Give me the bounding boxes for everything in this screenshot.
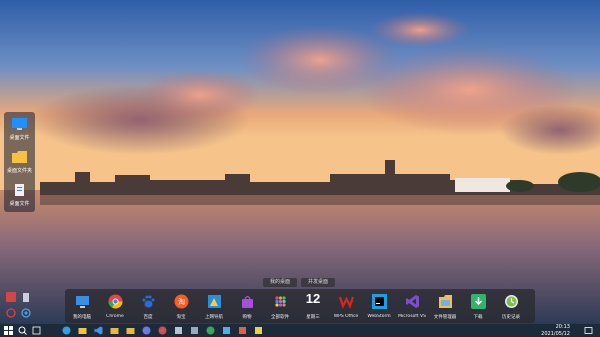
dock-item-label: 百度 [143,315,153,320]
calendar-date: 12 [305,291,321,306]
dock-item-label: Chrome [106,314,124,319]
taobao-icon: 淘 [174,294,189,309]
app-dock: 我的电脑 Chrome 百度 淘 淘宝 上网导航 购物 全部软件 12 星期三 … [65,289,535,323]
wps-icon [339,296,354,309]
chrome-icon [108,294,123,309]
side-item-label: 桌面文件 [9,135,30,141]
desktop-side-panel: 桌面文件 桌面文件夹 桌面文件 [4,112,35,212]
side-item-desktop-folder[interactable]: 桌面文件夹 [4,147,35,179]
folder-taskbar-icon-2[interactable] [126,326,135,335]
tab-concurrent-desktop[interactable]: 并发桌面 [301,278,335,287]
monitor-icon [12,118,27,130]
task-view-icon[interactable] [32,326,41,335]
file-manager-icon [439,295,452,308]
dock-item-shopping[interactable]: 购物 [230,289,264,323]
side-item-label: 桌面文件 [9,201,30,207]
dock-item-calendar[interactable]: 12 星期三 [296,289,330,323]
settings-icon[interactable] [21,308,31,318]
dock-item-label: 全部软件 [271,315,289,320]
folder-icon [12,151,27,163]
clock-date: 2021/05/12 [541,330,570,337]
app-taskbar-icon-6[interactable] [254,326,263,335]
dock-item-label: Microsoft VS [398,314,426,319]
app-taskbar-icon[interactable] [142,326,151,335]
chrome-taskbar-icon-2[interactable] [206,326,215,335]
dock-item-navigation[interactable]: 上网导航 [197,289,231,323]
app-taskbar-icon-5[interactable] [238,326,247,335]
dock-item-label: WebStorm [367,314,391,319]
edge-icon[interactable] [62,326,71,335]
dock-item-webstorm[interactable]: WebStorm [362,289,396,323]
system-clock[interactable]: 20:13 2021/05/12 [541,324,570,337]
dock-item-label: 下载 [473,315,483,320]
notification-icon[interactable] [584,326,593,335]
tab-my-desktop[interactable]: 我的桌面 [263,278,297,287]
app-taskbar-icon-2[interactable] [174,326,183,335]
windows-start-icon[interactable] [4,326,13,335]
dock-item-label: 上网导航 [205,315,223,320]
document-icon [15,184,24,196]
dock-item-my-computer[interactable]: 我的电脑 [65,289,99,323]
computer-icon [76,296,89,308]
folder-taskbar-icon[interactable] [110,326,119,335]
visual-studio-taskbar-icon[interactable] [94,326,103,335]
baidu-paw-icon [142,295,155,308]
dock-item-label: WPS Office [333,314,359,319]
svg-text:淘: 淘 [178,297,185,306]
apps-grid-icon [275,296,286,307]
dock-item-chrome[interactable]: Chrome [98,289,132,323]
dock-item-download[interactable]: 下载 [461,289,495,323]
dock-item-all-apps[interactable]: 全部软件 [263,289,297,323]
desktop-wallpaper [0,0,600,324]
power-icon[interactable] [6,308,16,318]
dock-item-taobao[interactable]: 淘 淘宝 [164,289,198,323]
dock-item-label: 淘宝 [176,315,186,320]
dock-item-label: 文件管理器 [433,315,457,320]
download-icon [471,294,486,309]
app-taskbar-icon-4[interactable] [222,326,231,335]
dock-item-label: 我的电脑 [73,315,91,320]
chrome-taskbar-icon[interactable] [158,326,167,335]
dock-item-label: 历史记录 [502,315,520,320]
dock-item-file-manager[interactable]: 文件管理器 [428,289,462,323]
dock-item-wps[interactable]: WPS Office [329,289,363,323]
side-item-desktop-files[interactable]: 桌面文件 [4,114,35,146]
history-icon [505,295,518,308]
file-explorer-icon[interactable] [78,326,87,335]
search-icon[interactable] [18,326,27,335]
dock-item-baidu[interactable]: 百度 [131,289,165,323]
taskbar: 20:13 2021/05/12 [0,324,600,337]
side-item-desktop-document[interactable]: 桌面文件 [4,180,35,212]
dock-item-label: 星期三 [306,315,320,320]
webstorm-icon [372,294,387,309]
dock-item-visual-studio[interactable]: Microsoft VS [395,289,429,323]
side-item-label: 桌面文件夹 [6,168,32,174]
navigation-icon [208,295,221,308]
shopping-bag-icon [242,295,253,308]
recycle-bin-icon[interactable] [21,292,31,302]
dock-item-label: 购物 [242,315,252,320]
app-taskbar-icon-3[interactable] [190,326,199,335]
dock-item-history[interactable]: 历史记录 [494,289,528,323]
visual-studio-icon [406,295,419,308]
app-shortcut-icon[interactable] [6,292,16,302]
